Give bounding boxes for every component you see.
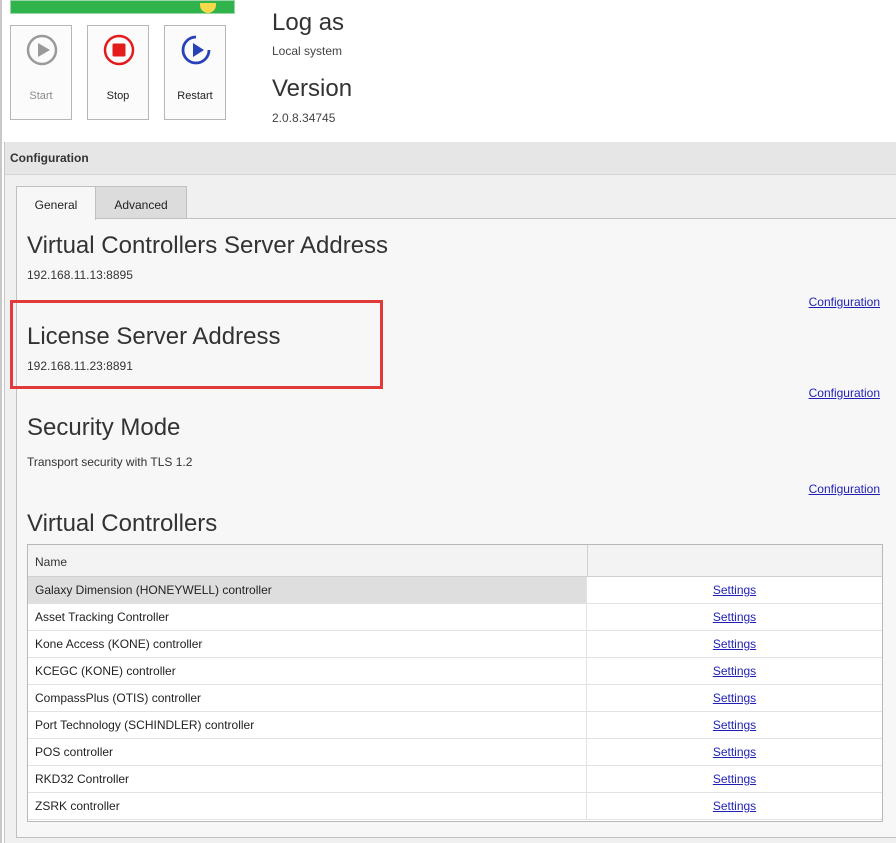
window-left-border <box>0 0 2 843</box>
controller-name: Kone Access (KONE) controller <box>35 637 203 651</box>
settings-link[interactable]: Settings <box>587 799 882 813</box>
controller-name: CompassPlus (OTIS) controller <box>35 691 202 705</box>
vc-server-configuration-link[interactable]: Configuration <box>809 295 880 309</box>
settings-link[interactable]: Settings <box>587 718 882 732</box>
version-title: Version <box>272 75 353 102</box>
tab-advanced[interactable]: Advanced <box>96 186 187 219</box>
security-mode-configuration-link[interactable]: Configuration <box>809 482 880 496</box>
settings-link[interactable]: Settings <box>587 637 882 651</box>
license-server-configuration-link[interactable]: Configuration <box>809 386 880 400</box>
stop-button-label: Stop <box>106 90 130 102</box>
table-row[interactable]: Asset Tracking Controller Settings <box>28 604 882 631</box>
service-status-bar <box>10 0 235 14</box>
table-row[interactable]: POS controller Settings <box>28 739 882 766</box>
controller-name: KCEGC (KONE) controller <box>35 664 176 678</box>
start-button[interactable]: Start <box>10 25 72 120</box>
settings-link[interactable]: Settings <box>587 664 882 678</box>
settings-link[interactable]: Settings <box>587 610 882 624</box>
settings-link[interactable]: Settings <box>587 691 882 705</box>
stop-circle-icon <box>103 34 135 66</box>
table-row[interactable]: CompassPlus (OTIS) controller Settings <box>28 685 882 712</box>
security-mode-title: Security Mode <box>27 414 181 441</box>
settings-link[interactable]: Settings <box>587 745 882 759</box>
play-circle-icon <box>26 34 58 66</box>
virtual-controllers-title: Virtual Controllers <box>27 510 218 537</box>
vc-server-address-value: 192.168.11.13:8895 <box>27 268 133 282</box>
table-row[interactable]: ZSRK controller Settings <box>28 793 882 820</box>
controller-name: RKD32 Controller <box>35 772 130 786</box>
vc-server-address-title: Virtual Controllers Server Address <box>27 232 389 259</box>
name-column-header[interactable]: Name <box>35 555 67 569</box>
license-server-highlight <box>10 300 383 389</box>
controller-name: Galaxy Dimension (HONEYWELL) controller <box>35 583 272 597</box>
controller-name: Port Technology (SCHINDLER) controller <box>35 718 255 732</box>
table-row[interactable]: RKD32 Controller Settings <box>28 766 882 793</box>
tab-general-label: General <box>34 198 78 212</box>
table-row[interactable]: KCEGC (KONE) controller Settings <box>28 658 882 685</box>
tab-advanced-label: Advanced <box>114 198 168 212</box>
column-divider <box>587 545 588 577</box>
table-row[interactable]: Kone Access (KONE) controller Settings <box>28 631 882 658</box>
controller-name: POS controller <box>35 745 114 759</box>
settings-link[interactable]: Settings <box>587 772 882 786</box>
configuration-header: Configuration <box>5 142 896 175</box>
log-as-value: Local system <box>272 44 343 58</box>
log-as-title: Log as <box>272 9 345 36</box>
virtual-controllers-grid: Name Galaxy Dimension (HONEYWELL) contro… <box>27 544 883 822</box>
security-mode-value: Transport security with TLS 1.2 <box>27 455 193 469</box>
stop-button[interactable]: Stop <box>87 25 149 120</box>
configuration-header-label: Configuration <box>10 151 89 165</box>
table-row[interactable]: Galaxy Dimension (HONEYWELL) controller … <box>28 577 882 604</box>
settings-link[interactable]: Settings <box>587 583 882 597</box>
controller-name: Asset Tracking Controller <box>35 610 170 624</box>
version-value: 2.0.8.34745 <box>272 111 336 125</box>
table-row[interactable]: Port Technology (SCHINDLER) controller S… <box>28 712 882 739</box>
restart-button-label: Restart <box>177 90 213 102</box>
tab-general[interactable]: General <box>16 186 96 220</box>
start-button-label: Start <box>29 90 53 102</box>
status-indicator-icon <box>200 3 216 13</box>
restart-play-icon <box>181 35 211 65</box>
grid-header: Name <box>28 545 882 577</box>
restart-button[interactable]: Restart <box>164 25 226 120</box>
controller-name: ZSRK controller <box>35 799 120 813</box>
